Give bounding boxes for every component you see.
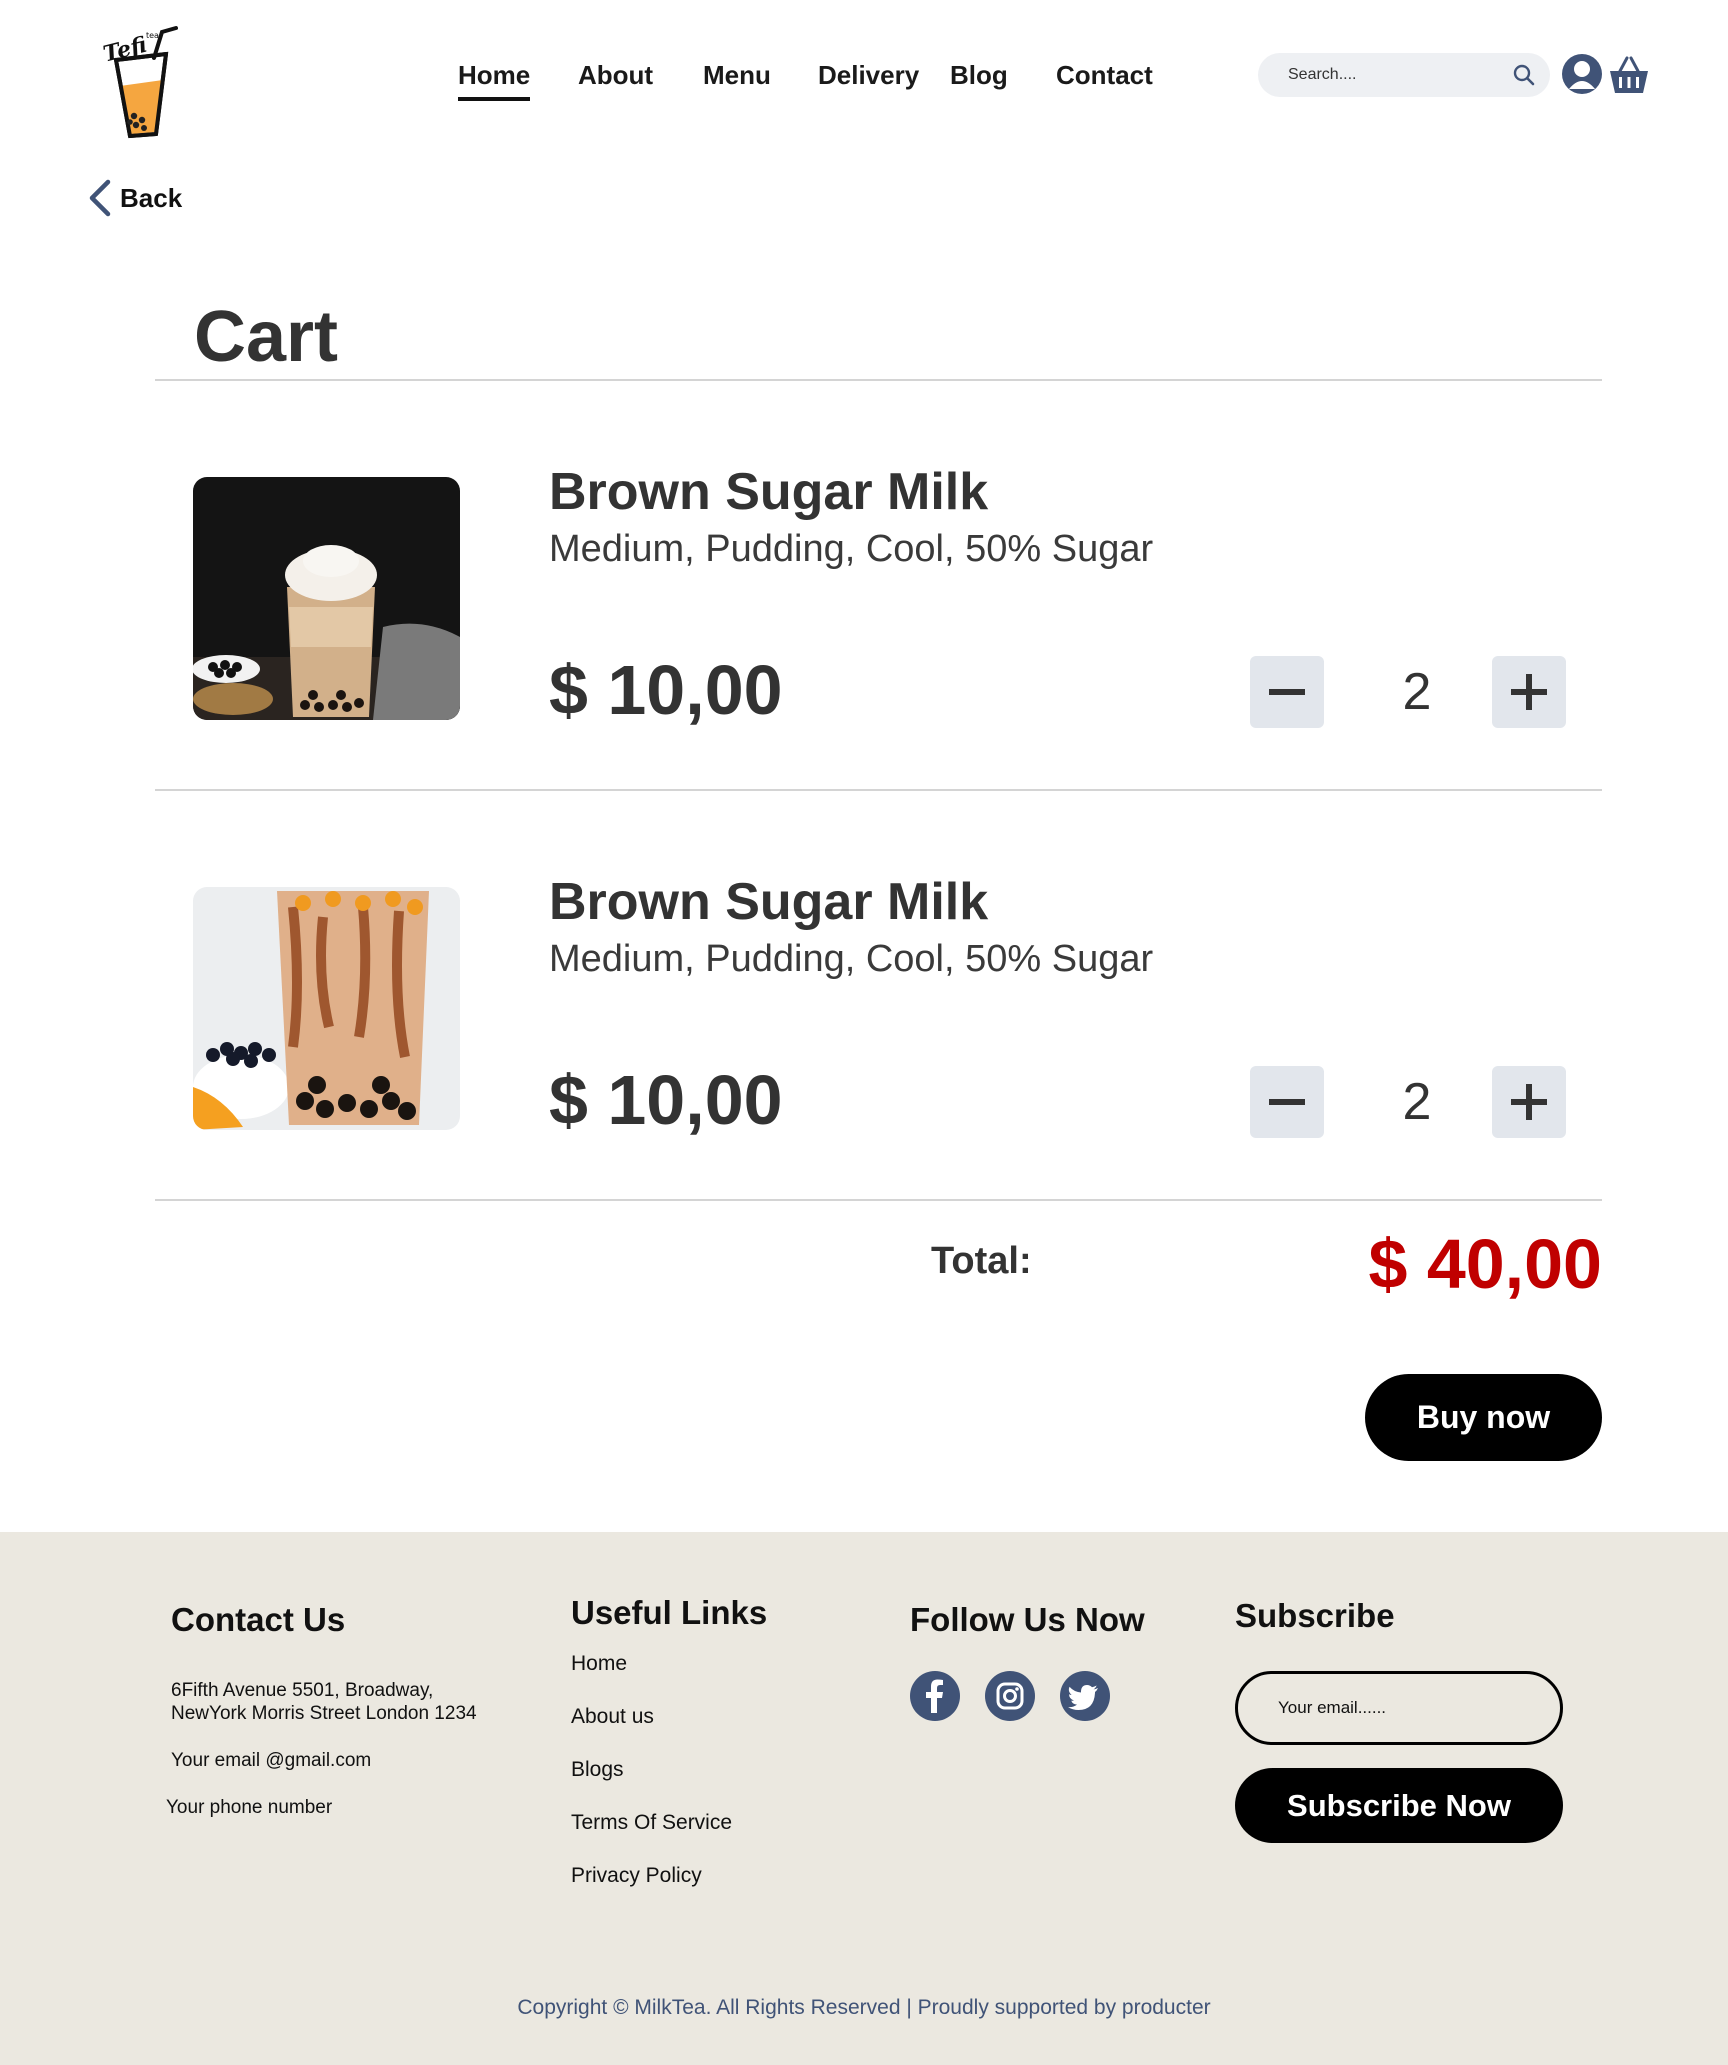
total-value: $ 40,00	[1368, 1225, 1602, 1303]
quantity-value: 2	[1402, 1073, 1432, 1131]
user-icon[interactable]	[1561, 53, 1603, 95]
product-image	[193, 477, 460, 720]
item-options: Medium, Pudding, Cool, 50% Sugar	[549, 938, 1154, 980]
item-price: $ 10,00	[549, 1061, 783, 1139]
chevron-left-icon	[86, 178, 112, 218]
minus-icon	[1269, 689, 1305, 695]
search-bar	[1258, 53, 1550, 97]
item-name: Brown Sugar Milk	[549, 463, 989, 521]
increase-quantity-button[interactable]	[1492, 1066, 1566, 1138]
back-label: Back	[120, 182, 183, 213]
cart-item: Brown Sugar Milk Medium, Pudding, Cool, …	[0, 440, 1728, 729]
subscribe-heading: Subscribe	[1235, 1597, 1395, 1634]
cart-item: Brown Sugar Milk Medium, Pudding, Cool, …	[0, 850, 1728, 1139]
nav-menu[interactable]: Menu	[703, 60, 771, 91]
instagram-icon[interactable]	[985, 1671, 1035, 1721]
footer-link-terms[interactable]: Terms Of Service	[571, 1811, 732, 1835]
buy-now-button[interactable]: Buy now	[1365, 1374, 1602, 1461]
quantity-value: 2	[1402, 663, 1432, 721]
footer-link-privacy[interactable]: Privacy Policy	[571, 1864, 702, 1888]
svg-text:Tefi: Tefi	[101, 32, 150, 68]
product-image	[193, 887, 460, 1130]
decrease-quantity-button[interactable]	[1250, 1066, 1324, 1138]
cart-icon[interactable]	[1608, 55, 1650, 95]
useful-links-heading: Useful Links	[571, 1594, 768, 1631]
footer-link-blogs[interactable]: Blogs	[571, 1758, 624, 1782]
back-button[interactable]: Back	[86, 178, 182, 218]
nav-blog[interactable]: Blog	[950, 60, 1008, 91]
plus-icon	[1511, 1084, 1547, 1120]
minus-icon	[1269, 1099, 1305, 1105]
divider	[155, 379, 1602, 381]
copyright: Copyright © MilkTea. All Rights Reserved…	[517, 1996, 1211, 2019]
facebook-icon[interactable]	[910, 1671, 960, 1721]
decrease-quantity-button[interactable]	[1250, 656, 1324, 728]
plus-icon	[1511, 674, 1547, 710]
contact-heading: Contact Us	[171, 1601, 346, 1638]
search-icon[interactable]	[1512, 63, 1536, 87]
contact-email: Your email @gmail.com	[171, 1750, 372, 1771]
nav-contact[interactable]: Contact	[1056, 60, 1153, 91]
search-input[interactable]	[1288, 53, 1508, 97]
footer-link-home[interactable]: Home	[571, 1652, 627, 1676]
contact-address-line1: 6Fifth Avenue 5501, Broadway,	[171, 1680, 434, 1701]
item-name: Brown Sugar Milk	[549, 873, 989, 931]
follow-heading: Follow Us Now	[910, 1601, 1145, 1638]
nav-about[interactable]: About	[578, 60, 653, 91]
item-options: Medium, Pudding, Cool, 50% Sugar	[549, 528, 1154, 570]
footer-link-about[interactable]: About us	[571, 1705, 654, 1729]
subscribe-button[interactable]: Subscribe Now	[1235, 1768, 1563, 1843]
total-label: Total:	[931, 1240, 1032, 1282]
svg-text:tea: tea	[146, 31, 159, 40]
divider	[155, 1199, 1602, 1201]
increase-quantity-button[interactable]	[1492, 656, 1566, 728]
item-price: $ 10,00	[549, 651, 783, 729]
twitter-icon[interactable]	[1060, 1671, 1110, 1721]
subscribe-email-field	[1235, 1671, 1563, 1745]
contact-phone: Your phone number	[166, 1797, 333, 1818]
contact-address-line2: NewYork Morris Street London 1234	[171, 1703, 477, 1724]
page-title: Cart	[194, 297, 339, 377]
logo-icon[interactable]: Tefi tea	[100, 24, 180, 140]
subscribe-email-input[interactable]	[1278, 1674, 1538, 1742]
nav-delivery[interactable]: Delivery	[818, 60, 919, 91]
divider	[155, 789, 1602, 791]
nav-home[interactable]: Home	[458, 60, 531, 101]
